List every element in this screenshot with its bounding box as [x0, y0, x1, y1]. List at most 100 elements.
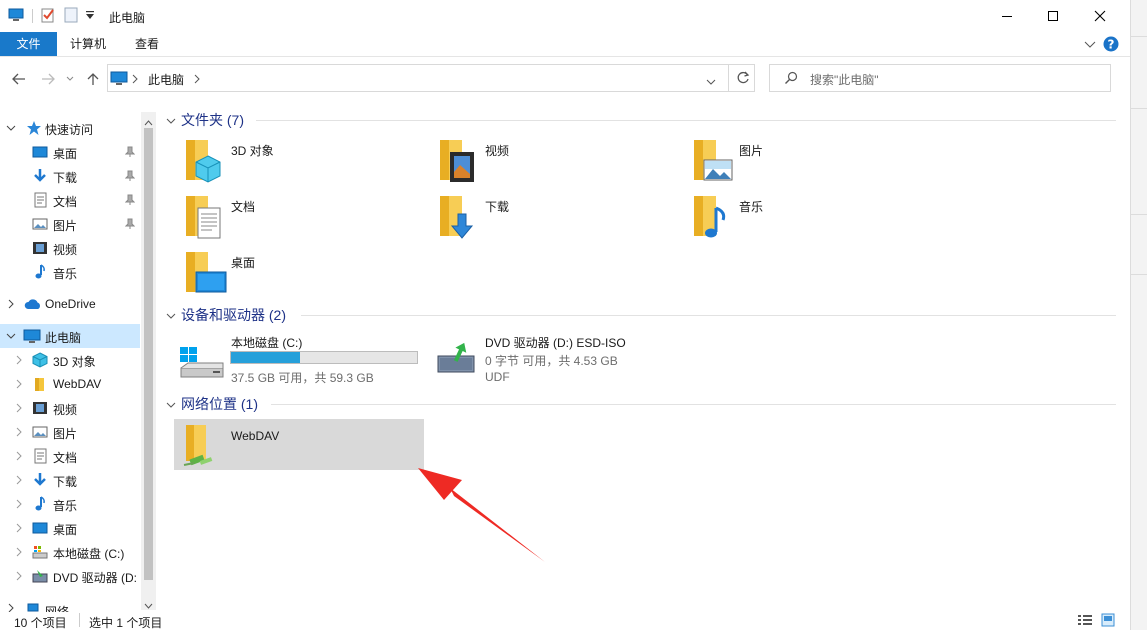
nav-onedrive[interactable]: OneDrive: [0, 292, 140, 316]
dvd-drive-icon: [437, 342, 475, 373]
folder-tile-desktop[interactable]: 桌面: [174, 246, 424, 298]
nav-scrollbar-thumb[interactable]: [144, 128, 153, 580]
nav-pc-webdav[interactable]: WebDAV: [0, 372, 140, 396]
group-header-folders[interactable]: 文件夹 (7): [166, 110, 1116, 130]
folder-tile-documents[interactable]: 文档: [174, 190, 424, 242]
tab-file[interactable]: 文件: [0, 32, 57, 56]
back-button[interactable]: [9, 69, 29, 89]
nav-this-pc[interactable]: 此电脑: [0, 324, 140, 348]
nav-quick-music[interactable]: 音乐: [0, 260, 140, 284]
nav-label: 下载: [53, 475, 78, 489]
tile-label: 桌面: [231, 256, 256, 270]
search-box[interactable]: 搜索"此电脑": [769, 64, 1111, 92]
chevron-right-icon[interactable]: [14, 474, 24, 488]
folder-tile-videos[interactable]: 视频: [428, 134, 678, 186]
pin-icon[interactable]: [124, 146, 136, 161]
nav-pc-dvd[interactable]: DVD 驱动器 (D:: [0, 564, 140, 588]
pin-icon[interactable]: [124, 170, 136, 185]
forward-button[interactable]: [38, 69, 58, 89]
group-header-devices[interactable]: 设备和驱动器 (2): [166, 305, 1116, 325]
group-header-network[interactable]: 网络位置 (1): [166, 394, 1116, 414]
folder-tile-3d-objects[interactable]: 3D 对象: [174, 134, 424, 186]
chevron-right-icon[interactable]: [14, 354, 24, 368]
nav-label: 下载: [53, 171, 78, 185]
nav-pc-videos[interactable]: 视频: [0, 396, 140, 420]
nav-pc-3d-objects[interactable]: 3D 对象: [0, 348, 140, 372]
chevron-right-icon[interactable]: [14, 450, 24, 464]
chevron-right-icon[interactable]: [6, 298, 16, 312]
chevron-right-icon[interactable]: [14, 378, 24, 392]
chevron-right-icon[interactable]: [14, 426, 24, 440]
up-button[interactable]: [83, 69, 103, 89]
chevron-down-icon[interactable]: [6, 330, 16, 344]
maximize-button[interactable]: [1030, 0, 1076, 32]
refresh-icon[interactable]: [736, 71, 750, 88]
drive-tile-local-disk-c[interactable]: 本地磁盘 (C:) 37.5 GB 可用，共 59.3 GB: [174, 330, 424, 390]
chevron-right-icon[interactable]: [132, 73, 138, 87]
chevron-down-icon[interactable]: [166, 310, 176, 324]
nav-pc-documents[interactable]: 文档: [0, 444, 140, 468]
nav-quick-downloads[interactable]: 下载: [0, 164, 140, 188]
network-tile-webdav[interactable]: WebDAV: [174, 419, 424, 470]
tab-view[interactable]: 查看: [124, 32, 170, 56]
tile-label: 3D 对象: [231, 144, 274, 158]
address-path[interactable]: 此电脑: [148, 71, 184, 88]
large-icons-view-icon[interactable]: [1101, 613, 1115, 630]
chevron-down-icon[interactable]: [6, 122, 16, 136]
tile-label: 下载: [485, 200, 510, 214]
nav-quick-desktop[interactable]: 桌面: [0, 140, 140, 164]
expand-ribbon-icon[interactable]: [1084, 39, 1096, 53]
star-icon: [26, 120, 42, 139]
chevron-down-icon[interactable]: [706, 75, 716, 89]
status-divider: [79, 613, 80, 627]
nav-quick-documents[interactable]: 文档: [0, 188, 140, 212]
nav-pc-desktop[interactable]: 桌面: [0, 516, 140, 540]
recent-locations-button[interactable]: [62, 69, 78, 89]
close-button[interactable]: [1077, 0, 1123, 32]
new-folder-icon[interactable]: [64, 7, 78, 26]
document-icon: [32, 192, 48, 211]
tab-computer[interactable]: 计算机: [62, 32, 114, 56]
desktop-icon: [32, 520, 48, 539]
nav-label: WebDAV: [53, 377, 102, 391]
chevron-down-icon[interactable]: [166, 115, 176, 129]
chevron-down-icon[interactable]: [166, 399, 176, 413]
address-bar[interactable]: 此电脑: [107, 64, 755, 92]
drive-name: 本地磁盘 (C:): [231, 336, 303, 350]
chevron-right-icon[interactable]: [14, 402, 24, 416]
document-icon: [32, 448, 48, 467]
nav-quick-videos[interactable]: 视频: [0, 236, 140, 260]
folder-tile-downloads[interactable]: 下载: [428, 190, 678, 242]
details-view-icon[interactable]: [1077, 614, 1093, 629]
music-folder-icon: [694, 196, 726, 238]
chevron-right-icon[interactable]: [14, 498, 24, 512]
folder-tile-pictures[interactable]: 图片: [682, 134, 932, 186]
help-icon[interactable]: ?: [1103, 36, 1119, 55]
nav-quick-pictures[interactable]: 图片: [0, 212, 140, 236]
nav-quick-access[interactable]: 快速访问: [0, 116, 140, 140]
windows-drive-icon: [180, 347, 224, 378]
chevron-right-icon[interactable]: [14, 522, 24, 536]
nav-pc-music[interactable]: 音乐: [0, 492, 140, 516]
nav-pc-local-disk[interactable]: 本地磁盘 (C:): [0, 540, 140, 564]
item-count: 10 个项目: [14, 616, 67, 630]
customize-toolbar-icon[interactable]: [85, 9, 95, 24]
music-note-icon: [32, 264, 48, 283]
scroll-up-icon[interactable]: [144, 115, 153, 129]
group-title: 网络位置 (1): [181, 396, 258, 412]
chevron-right-icon[interactable]: [194, 73, 200, 87]
chevron-right-icon[interactable]: [14, 570, 24, 584]
pin-icon[interactable]: [124, 218, 136, 233]
pin-icon[interactable]: [124, 194, 136, 209]
tile-label: 图片: [739, 144, 764, 158]
nav-pc-pictures[interactable]: 图片: [0, 420, 140, 444]
nav-label: 桌面: [53, 523, 78, 537]
properties-icon[interactable]: [40, 7, 56, 26]
title-separator: [32, 9, 33, 23]
folder-tile-music[interactable]: 音乐: [682, 190, 932, 242]
nav-pc-downloads[interactable]: 下载: [0, 468, 140, 492]
chevron-right-icon[interactable]: [14, 546, 24, 560]
minimize-button[interactable]: [984, 0, 1030, 32]
search-placeholder: 搜索"此电脑": [810, 73, 879, 87]
drive-tile-dvd-d[interactable]: DVD 驱动器 (D:) ESD-ISO 0 字节 可用，共 4.53 GB U…: [428, 330, 678, 390]
